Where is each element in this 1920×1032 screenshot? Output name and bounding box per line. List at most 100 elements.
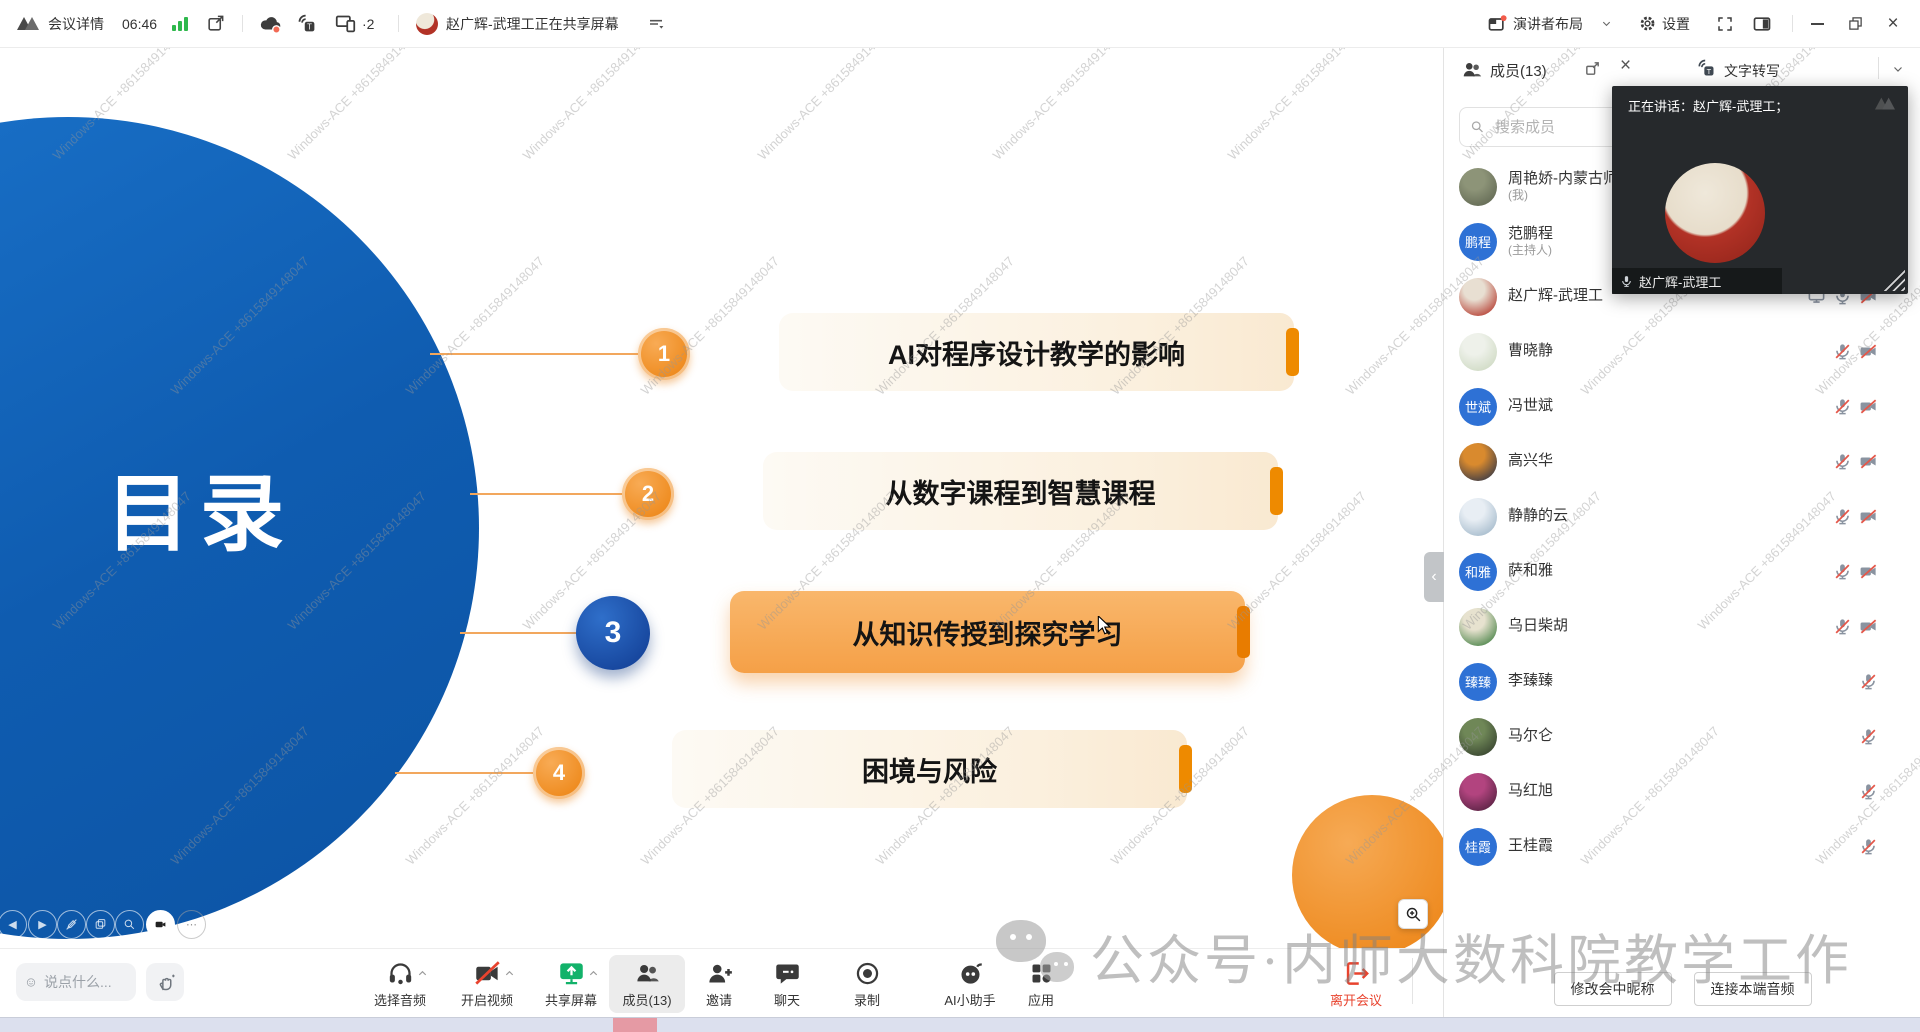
layout-button[interactable]: 演讲者布局 (1513, 0, 1583, 47)
raise-hand-button[interactable] (146, 963, 184, 1001)
member-row[interactable]: 静静的云 (1444, 489, 1920, 544)
sharer-avatar (416, 0, 438, 47)
member-name: 范鹏程 (1508, 225, 1553, 244)
audio-toolbar-button[interactable]: 选择音频 (362, 955, 438, 1013)
open-new-window-icon[interactable] (206, 0, 225, 47)
panel-chevron-down-icon[interactable] (1892, 63, 1904, 75)
collapse-panel-tab[interactable]: ‹ (1424, 552, 1444, 602)
member-avatar (1459, 608, 1497, 646)
magnifier-button[interactable] (115, 910, 144, 939)
ai-toolbar-button[interactable]: AI小助手 (932, 955, 1008, 1013)
minimize-button[interactable] (1800, 0, 1834, 47)
member-row[interactable]: 和雅萨和雅 (1444, 544, 1920, 599)
cloud-record-icon[interactable] (258, 0, 282, 47)
sharing-menu-icon[interactable] (648, 0, 664, 47)
floating-speaker-video[interactable]: 正在讲话：赵广辉-武理工； 赵广辉-武理工 (1612, 86, 1908, 294)
audio-icon (387, 959, 414, 987)
quick-message-pill[interactable] (16, 963, 136, 1001)
apps-icon (1028, 959, 1055, 987)
member-name: 周艳娇-内蒙古师 (1508, 170, 1618, 189)
transcript-tab-title[interactable]: 文字转写 (1724, 61, 1780, 81)
camera-off-icon[interactable] (1859, 452, 1878, 471)
member-name: 乌日柴胡 (1508, 617, 1568, 636)
member-row[interactable]: 马红旭 (1444, 764, 1920, 819)
item-number-circle: 4 (533, 747, 585, 799)
bottom-toolbar: 选择音频开启视频共享屏幕成员(13)邀请聊天录制 AI小助手应用 离开会议 (0, 948, 1443, 1019)
mic-off-icon[interactable] (1833, 397, 1852, 416)
popout-panel-icon[interactable] (1584, 60, 1601, 77)
item-number-circle: 2 (622, 468, 674, 520)
fullscreen-icon[interactable] (1716, 0, 1734, 47)
mic-off-icon[interactable] (1859, 782, 1878, 801)
next-slide-button[interactable]: ▶ (28, 910, 57, 939)
member-name: 冯世斌 (1508, 397, 1553, 416)
shared-screens-icon[interactable] (334, 0, 357, 47)
video-icon (474, 959, 501, 987)
gear-icon (1638, 0, 1657, 47)
zoom-in-button[interactable] (1398, 899, 1428, 929)
chat-toolbar-button[interactable]: 聊天 (749, 955, 825, 1013)
toolbar-divider (1412, 958, 1413, 1004)
camera-off-icon[interactable] (1859, 397, 1878, 416)
mic-off-icon[interactable] (1859, 727, 1878, 746)
meeting-details-button[interactable]: 会议详情 (48, 0, 104, 47)
item-number-circle: 3 (576, 596, 650, 670)
apps-toolbar-button[interactable]: 应用 (1003, 955, 1079, 1013)
pen-tool-button[interactable] (57, 910, 86, 939)
member-row[interactable]: 马尔仑 (1444, 709, 1920, 764)
interpretation-icon[interactable]: T (296, 0, 317, 47)
network-signal-icon (172, 0, 190, 47)
submenu-caret-icon[interactable] (504, 968, 515, 979)
mic-off-icon[interactable] (1833, 507, 1852, 526)
member-row[interactable]: 乌日柴胡 (1444, 599, 1920, 654)
connect-audio-button[interactable]: 连接本端音频 (1694, 972, 1812, 1006)
members-icon (634, 959, 661, 987)
toc-item-text: 从知识传授到探究学习 (853, 613, 1123, 652)
chat-icon (774, 959, 801, 987)
taskbar-item (613, 1018, 657, 1032)
video-resize-handle[interactable] (1883, 269, 1905, 291)
member-row[interactable]: 世斌冯世斌 (1444, 379, 1920, 434)
member-row[interactable]: 桂霞王桂霞 (1444, 819, 1920, 874)
camera-off-icon[interactable] (1859, 562, 1878, 581)
member-name: 王桂霞 (1508, 837, 1553, 856)
submenu-caret-icon[interactable] (417, 968, 428, 979)
share-toolbar-button[interactable]: 共享屏幕 (533, 955, 609, 1013)
submenu-caret-icon[interactable] (588, 968, 599, 979)
layout-caret-icon[interactable] (1601, 0, 1612, 47)
member-row[interactable]: 高兴华 (1444, 434, 1920, 489)
quick-message-input[interactable] (42, 973, 126, 991)
mic-off-icon[interactable] (1833, 342, 1852, 361)
shared-screens-count: ·2 (362, 0, 374, 47)
record-toolbar-button[interactable]: 录制 (829, 955, 905, 1013)
windows-taskbar-sliver (0, 1017, 1920, 1032)
mic-off-icon[interactable] (1859, 672, 1878, 691)
more-controls-button[interactable]: ⋯ (177, 910, 206, 939)
camera-off-icon[interactable] (1859, 342, 1878, 361)
views-button[interactable] (86, 910, 115, 939)
restore-button[interactable] (1838, 0, 1872, 47)
settings-button[interactable]: 设置 (1662, 0, 1690, 47)
mic-off-icon[interactable] (1833, 562, 1852, 581)
side-panel-icon[interactable] (1752, 0, 1772, 47)
toc-item-text: AI对程序设计教学的影响 (888, 333, 1185, 372)
camera-off-icon[interactable] (1859, 507, 1878, 526)
mic-off-icon[interactable] (1833, 452, 1852, 471)
member-row[interactable]: 臻臻李臻臻 (1444, 654, 1920, 709)
close-panel-icon[interactable]: × (1620, 55, 1631, 77)
mic-off-icon[interactable] (1859, 837, 1878, 856)
camera-button[interactable] (146, 910, 175, 939)
search-icon (1470, 119, 1485, 135)
video-toolbar-button[interactable]: 开启视频 (449, 955, 525, 1013)
leave-meeting-button[interactable]: 离开会议 (1318, 955, 1394, 1013)
member-role: (主持人) (1508, 243, 1553, 258)
member-row[interactable]: 曹晓静 (1444, 324, 1920, 379)
close-window-button[interactable]: × (1876, 0, 1910, 47)
speaker-name: 赵广辉-武理工 (1639, 272, 1721, 291)
members-toolbar-button[interactable]: 成员(13) (609, 955, 685, 1013)
mic-off-icon[interactable] (1833, 617, 1852, 636)
rename-button[interactable]: 修改会中昵称 (1554, 972, 1672, 1006)
members-tab-title[interactable]: 成员(13) (1490, 60, 1547, 81)
camera-off-icon[interactable] (1859, 617, 1878, 636)
invite-toolbar-button[interactable]: 邀请 (681, 955, 757, 1013)
